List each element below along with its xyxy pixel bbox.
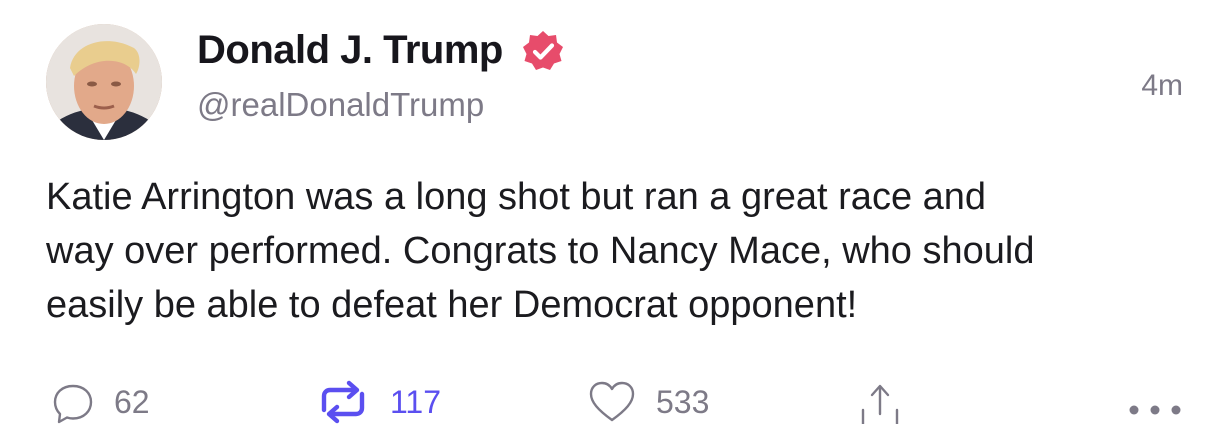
post-text: Katie Arrington was a long shot but ran … bbox=[46, 176, 1035, 326]
like-count: 533 bbox=[656, 383, 710, 420]
retweet-count: 117 bbox=[390, 383, 442, 420]
avatar[interactable] bbox=[46, 24, 162, 140]
like-button[interactable]: 533 bbox=[588, 378, 709, 426]
author-handle[interactable]: @realDonaldTrump bbox=[197, 84, 484, 126]
reply-icon bbox=[53, 384, 93, 424]
verified-badge-icon bbox=[523, 31, 563, 70]
retweet-icon bbox=[321, 380, 365, 424]
share-icon bbox=[861, 384, 899, 424]
reply-button[interactable]: 62 bbox=[52, 378, 150, 426]
like-icon bbox=[589, 381, 635, 422]
author-name[interactable]: Donald J. Trump bbox=[197, 26, 503, 74]
retweet-button[interactable]: 117 bbox=[316, 378, 441, 426]
share-button[interactable] bbox=[852, 378, 908, 426]
action-bar: 62 117 533 bbox=[0, 378, 1229, 426]
more-options-button[interactable] bbox=[1126, 378, 1186, 426]
reply-count: 62 bbox=[114, 383, 150, 420]
more-icon bbox=[1129, 405, 1181, 415]
post-timestamp: 4m bbox=[1141, 69, 1183, 102]
